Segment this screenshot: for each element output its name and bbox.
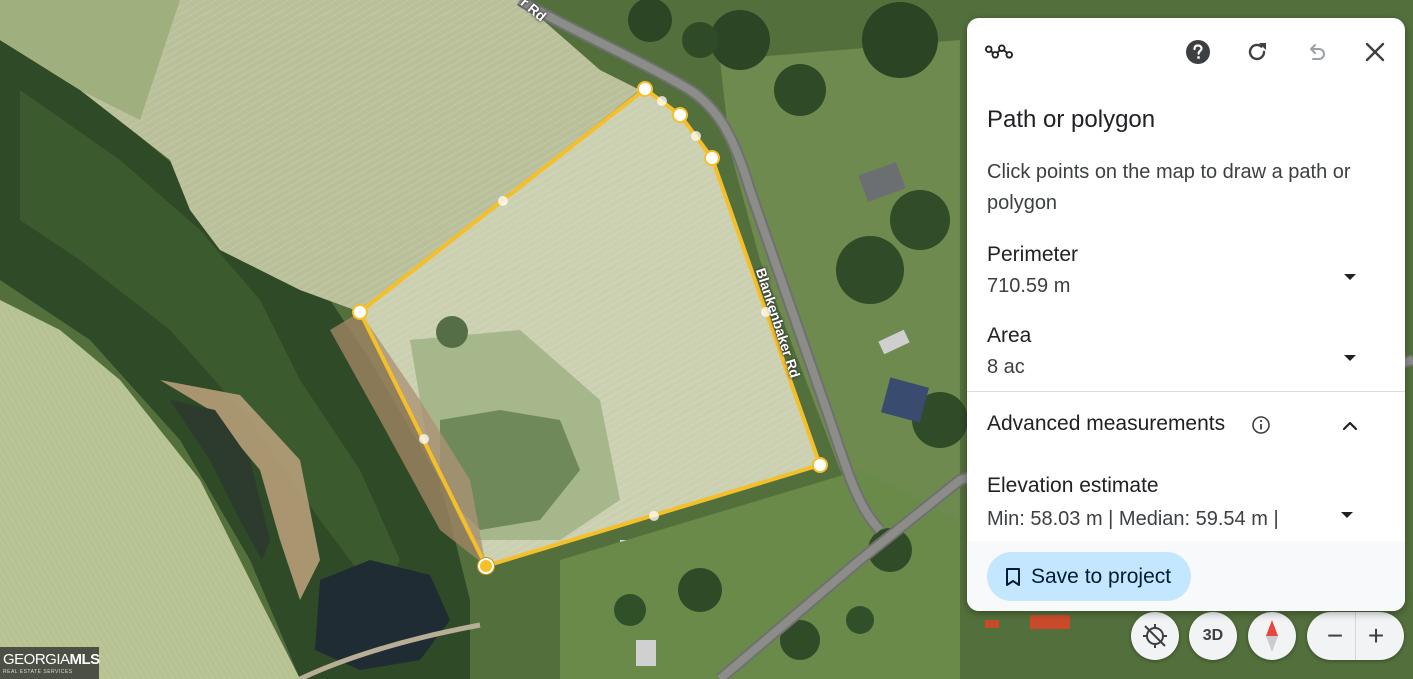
undo-button[interactable] [1302,38,1330,66]
polygon-midpoint[interactable] [761,307,771,317]
dropdown-arrow-icon [1344,355,1356,361]
panel-footer: Save to project [967,541,1405,611]
dropdown-arrow-icon [1344,274,1356,280]
polygon-midpoint[interactable] [498,196,508,206]
elevation-unit-dropdown[interactable] [1340,506,1360,526]
perimeter-row[interactable]: Perimeter 710.59 m [967,243,1405,313]
help-icon [1186,40,1210,64]
polygon-vertex[interactable] [704,150,720,166]
perimeter-label: Perimeter [987,243,1079,266]
compass-button[interactable] [1248,612,1296,660]
toggle-3d-button[interactable]: 3D [1189,612,1237,660]
info-icon[interactable] [1251,415,1271,435]
polygon-vertex[interactable] [352,304,368,320]
advanced-measurements-title: Advanced measurements [987,412,1226,435]
polygon-vertex[interactable] [637,81,653,97]
polygon-midpoint[interactable] [657,96,667,106]
help-button[interactable] [1184,38,1212,66]
zoom-out-button[interactable]: − [1317,618,1353,654]
polygon-midpoint[interactable] [691,131,701,141]
advanced-measurements-header[interactable]: Advanced measurements [967,408,1405,444]
zoom-controls: − + [1307,612,1404,660]
panel-toolbar [967,18,1405,86]
polygon-vertex[interactable] [672,107,688,123]
panel-divider [967,391,1405,392]
logo-text-georgia: GEORGIA [3,651,70,668]
my-location-button[interactable] [1131,612,1179,660]
elevation-label: Elevation estimate [987,474,1159,497]
path-tool-icon [985,38,1013,66]
polygon-midpoint[interactable] [649,511,659,521]
polygon-vertex-start[interactable] [478,558,494,574]
area-value: 8 ac [987,356,1025,378]
undo-icon [1310,44,1325,60]
area-row[interactable]: Area 8 ac [967,324,1405,394]
compass-icon [1266,620,1278,652]
location-off-icon [1143,624,1167,648]
bookmark-icon [1006,567,1020,586]
close-icon [1365,42,1385,62]
reset-icon [1248,43,1266,61]
panel-instructions: Click points on the map to draw a path o… [987,161,1351,214]
polygon-midpoint[interactable] [419,434,429,444]
perimeter-value: 710.59 m [987,275,1071,297]
area-label: Area [987,324,1032,347]
logo-text-mls: MLS [69,651,101,668]
panel-title: Path or polygon [987,106,1156,133]
perimeter-unit-dropdown[interactable] [1340,267,1360,287]
chevron-up-icon [1342,421,1358,431]
elevation-row[interactable]: Elevation estimate Min: 58.03 m | Median… [967,474,1405,544]
collapse-button[interactable] [1340,416,1360,436]
save-to-project-button[interactable]: Save to project [987,552,1192,601]
close-button[interactable] [1361,38,1389,66]
measure-panel: Path or polygon Click points on the map … [967,18,1405,611]
elevation-value: Min: 58.03 m | Median: 59.54 m | Max: 62… [987,508,1279,544]
zoom-in-button[interactable]: + [1358,618,1394,654]
save-to-project-label: Save to project [1031,564,1172,588]
area-unit-dropdown[interactable] [1340,348,1360,368]
logo-tagline: REAL ESTATE SERVICES [3,669,73,675]
georgia-mls-logo: GEORGIAMLS REAL ESTATE SERVICES [0,647,101,679]
reset-button[interactable] [1243,38,1271,66]
zoom-divider [1355,612,1356,660]
polygon-vertex[interactable] [812,457,828,473]
dropdown-arrow-icon [1341,512,1353,518]
